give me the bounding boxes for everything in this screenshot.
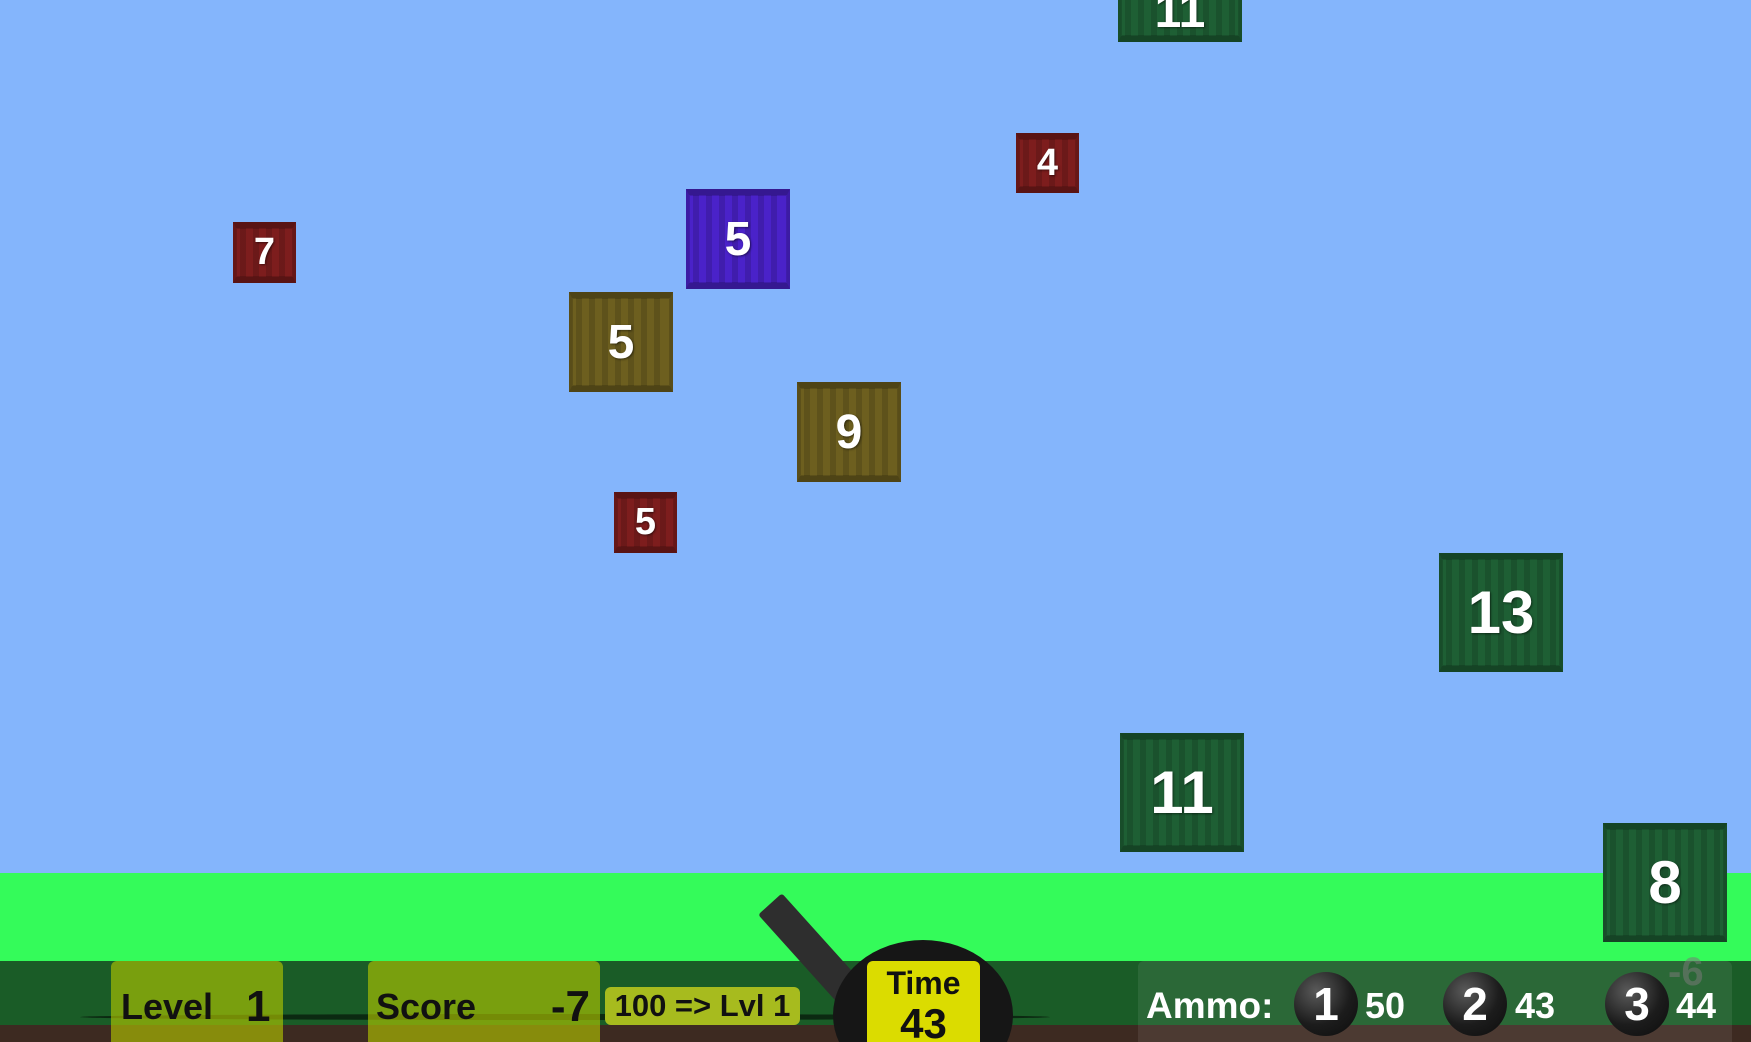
crate-target[interactable]: 5 bbox=[569, 292, 673, 392]
level-goal-badge: 100 => Lvl 1 bbox=[605, 987, 800, 1025]
ammo-count: 43 bbox=[1515, 985, 1556, 1026]
grass-ground bbox=[0, 873, 1751, 961]
crate-target[interactable]: 11 bbox=[1118, 0, 1242, 42]
ammo-key: 1 bbox=[1313, 978, 1339, 1030]
ammo-count: 50 bbox=[1365, 985, 1406, 1026]
level-value: 1 bbox=[246, 982, 271, 1031]
crate-target[interactable]: 7 bbox=[233, 222, 296, 283]
floating-score-popup: -6 bbox=[1668, 950, 1704, 994]
cannonball-icon[interactable]: 3 bbox=[1605, 972, 1669, 1036]
score-value: -7 bbox=[550, 982, 590, 1031]
ammo-key: 2 bbox=[1462, 978, 1488, 1030]
crate-target[interactable]: 5 bbox=[686, 189, 790, 289]
crate-target[interactable]: 13 bbox=[1439, 553, 1563, 672]
level-goal-text: 100 => Lvl 1 bbox=[614, 988, 791, 1023]
crate-target[interactable]: 4 bbox=[1016, 133, 1079, 193]
crate-target[interactable]: 5 bbox=[614, 492, 677, 553]
level-label: Level bbox=[121, 986, 214, 1027]
time-label: Time bbox=[886, 965, 961, 1001]
crate-target[interactable]: 9 bbox=[797, 382, 901, 482]
game-scene[interactable]: 11 4 7 5 5 9 5 13 11 8 Level 1 Score -7 … bbox=[0, 0, 1751, 1042]
cannonball-icon[interactable]: 2 bbox=[1443, 972, 1507, 1036]
ammo-key: 3 bbox=[1624, 978, 1650, 1030]
score-label: Score bbox=[376, 986, 477, 1027]
cannonball-icon[interactable]: 1 bbox=[1294, 972, 1358, 1036]
time-panel: Time 43 bbox=[867, 961, 980, 1042]
ammo-label: Ammo: bbox=[1146, 985, 1274, 1026]
crate-target[interactable]: 8 bbox=[1603, 823, 1727, 942]
time-value: 43 bbox=[900, 1000, 947, 1042]
score-panel: Score -7 bbox=[368, 961, 600, 1042]
crate-target[interactable]: 11 bbox=[1120, 733, 1244, 852]
level-panel: Level 1 bbox=[111, 961, 283, 1042]
